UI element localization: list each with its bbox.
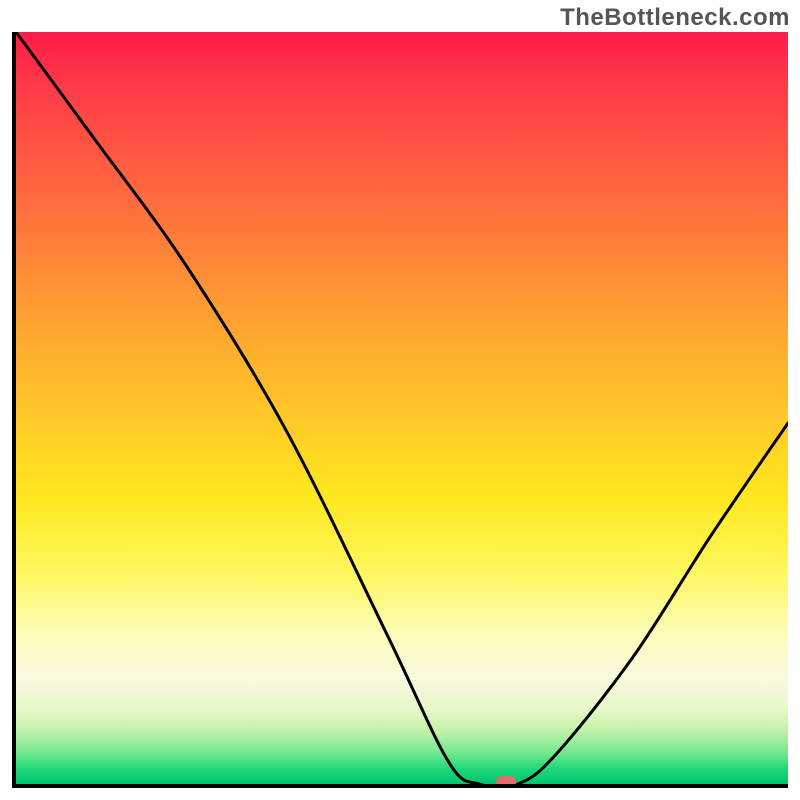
- curve-layer: [16, 32, 788, 784]
- bottleneck-chart: TheBottleneck.com: [0, 0, 800, 800]
- plot-area: [12, 32, 788, 788]
- optimal-marker: [496, 776, 516, 784]
- bottleneck-curve-path: [16, 32, 788, 784]
- attribution-text: TheBottleneck.com: [560, 4, 790, 32]
